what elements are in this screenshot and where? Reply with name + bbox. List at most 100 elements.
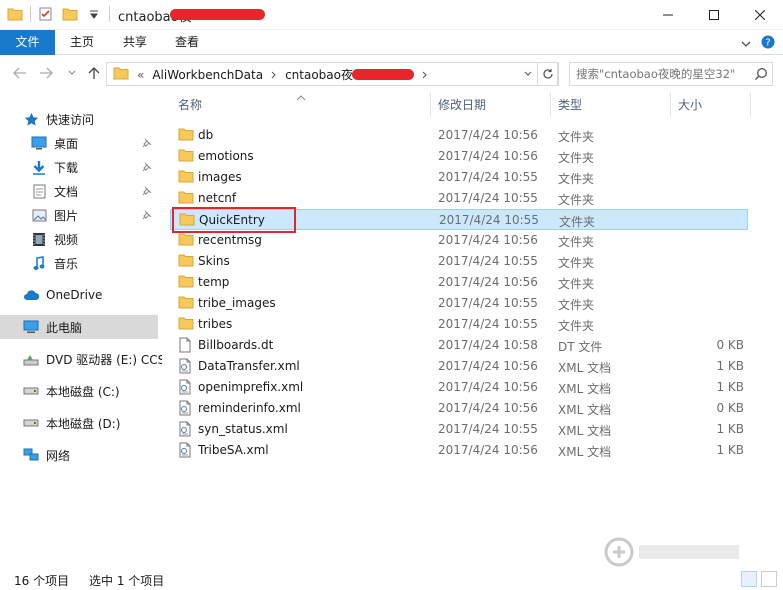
- search-box[interactable]: [569, 62, 773, 86]
- recent-locations-button[interactable]: [64, 65, 80, 81]
- file-date: 2017/4/24 10:55: [438, 317, 538, 331]
- table-row[interactable]: openimprefix.xml 2017/4/24 10:56 XML 文档 1 K…: [170, 377, 748, 398]
- table-row[interactable]: reminderinfo.xml 2017/4/24 10:56 XML 文档 0 K…: [170, 398, 748, 419]
- breadcrumb-aliworkbenchdata[interactable]: AliWorkbenchData: [152, 68, 263, 82]
- nav-label: 快速访问: [46, 112, 95, 127]
- search-input[interactable]: [576, 66, 748, 82]
- table-row[interactable]: Skins 2017/4/24 10:55 文件夹: [170, 251, 748, 272]
- tab-share[interactable]: 共享: [113, 30, 157, 55]
- nav-label: 视频: [54, 232, 79, 247]
- table-row[interactable]: emotions 2017/4/24 10:56 文件夹: [170, 146, 748, 167]
- file-name: netcnf: [198, 191, 237, 205]
- nav-label: 音乐: [54, 256, 79, 271]
- file-name: Billboards.dt: [198, 338, 274, 352]
- pin-icon[interactable]: [142, 161, 152, 175]
- nav-onedrive[interactable]: OneDrive: [22, 283, 180, 307]
- column-header-name[interactable]: 名称: [170, 93, 430, 117]
- breadcrumb-overflow[interactable]: «: [137, 68, 144, 82]
- annotation-highlight: [172, 207, 296, 233]
- up-button[interactable]: [86, 65, 102, 81]
- nav-label: 此电脑: [46, 320, 83, 335]
- title-bar: cntaobao夜: [0, 0, 783, 30]
- file-size: 1 KB: [716, 422, 744, 436]
- table-row[interactable]: syn_status.xml 2017/4/24 10:55 XML 文档 1 KB: [170, 419, 748, 440]
- file-type: 文件夹: [558, 172, 595, 186]
- table-row[interactable]: tribe_images 2017/4/24 10:55 文件夹: [170, 293, 748, 314]
- refresh-button[interactable]: [537, 62, 559, 86]
- file-date: 2017/4/24 10:56: [438, 128, 538, 142]
- file-type: 文件夹: [559, 215, 596, 229]
- table-row[interactable]: tribes 2017/4/24 10:55 文件夹: [170, 314, 748, 335]
- table-row[interactable]: DataTransfer.xml 2017/4/24 10:56 XML 文档 1 K…: [170, 356, 748, 377]
- nav-network[interactable]: 网络: [22, 443, 180, 467]
- document-icon: [30, 183, 48, 199]
- tab-view[interactable]: 查看: [165, 30, 209, 55]
- help-icon[interactable]: ?: [761, 35, 775, 52]
- picture-icon: [30, 207, 48, 223]
- tab-file[interactable]: 文件: [0, 30, 55, 55]
- folder-icon: [6, 5, 24, 23]
- address-bar[interactable]: « AliWorkbenchData cntaobao夜: [106, 62, 558, 86]
- file-date: 2017/4/24 10:55: [438, 191, 538, 205]
- cloud-icon: [22, 287, 40, 303]
- table-row[interactable]: Billboards.dt 2017/4/24 10:58 DT 文件 0 KB: [170, 335, 748, 356]
- pin-icon[interactable]: [142, 137, 152, 151]
- search-icon[interactable]: [754, 67, 768, 84]
- table-row[interactable]: images 2017/4/24 10:55 文件夹: [170, 167, 748, 188]
- pin-icon[interactable]: [142, 185, 152, 199]
- breadcrumb-cntaobao[interactable]: cntaobao夜: [285, 66, 353, 83]
- table-row[interactable]: db 2017/4/24 10:56 文件夹: [170, 125, 748, 146]
- chevron-right-icon[interactable]: [271, 68, 277, 82]
- file-type: XML 文档: [558, 445, 612, 459]
- nav-label: 本地磁盘 (C:): [46, 384, 120, 399]
- nav-this-pc[interactable]: 此电脑: [0, 315, 158, 339]
- address-history-dropdown[interactable]: [518, 62, 537, 86]
- nav-label: 网络: [46, 448, 71, 463]
- file-name: tribe_images: [198, 296, 276, 310]
- chevron-right-icon[interactable]: [422, 68, 428, 82]
- back-button[interactable]: [12, 65, 28, 81]
- table-row[interactable]: recentmsg 2017/4/24 10:56 文件夹: [170, 230, 748, 251]
- file-name: recentmsg: [198, 233, 262, 247]
- folder-icon: [178, 274, 194, 290]
- table-row[interactable]: TribeSA.xml 2017/4/24 10:56 XML 文档 1 KB: [170, 440, 748, 461]
- disk-icon: [22, 415, 40, 431]
- file-date: 2017/4/24 10:56: [438, 401, 538, 415]
- large-icons-view-button[interactable]: [761, 571, 777, 587]
- table-row[interactable]: temp 2017/4/24 10:56 文件夹: [170, 272, 748, 293]
- expand-ribbon-icon[interactable]: [741, 37, 751, 51]
- nav-label: 文档: [54, 184, 79, 199]
- xml-file-icon: [178, 400, 194, 416]
- file-type: XML 文档: [558, 403, 612, 417]
- column-header-date[interactable]: 修改日期: [430, 93, 550, 117]
- nav-label: 桌面: [54, 136, 79, 151]
- file-type: 文件夹: [558, 151, 595, 165]
- column-header-size[interactable]: 大小: [670, 93, 750, 117]
- folder-icon: [178, 295, 194, 311]
- nav-drive-d[interactable]: 本地磁盘 (D:): [22, 411, 180, 435]
- file-name: images: [198, 170, 242, 184]
- nav-label: OneDrive: [46, 288, 103, 302]
- svg-text:?: ?: [765, 38, 770, 49]
- column-divider[interactable]: [750, 93, 751, 117]
- dvd-icon: [22, 351, 40, 367]
- table-row[interactable]: netcnf 2017/4/24 10:55 文件夹: [170, 188, 748, 209]
- nav-drive-c[interactable]: 本地磁盘 (C:): [22, 379, 180, 403]
- nav-quick-access[interactable]: 快速访问: [22, 107, 180, 131]
- close-button[interactable]: [737, 0, 783, 30]
- forward-button[interactable]: [38, 65, 54, 81]
- breadcrumb: « AliWorkbenchData cntaobao夜: [113, 66, 428, 83]
- properties-icon[interactable]: [37, 5, 55, 23]
- maximize-button[interactable]: [691, 0, 737, 30]
- tab-home[interactable]: 主页: [60, 30, 104, 55]
- folder-icon: [178, 316, 194, 332]
- customize-toolbar-icon[interactable]: [85, 5, 103, 23]
- column-header-type[interactable]: 类型: [550, 93, 670, 117]
- star-icon: [22, 111, 40, 127]
- minimize-button[interactable]: [645, 0, 691, 30]
- new-folder-icon[interactable]: [61, 5, 79, 23]
- pin-icon[interactable]: [142, 209, 152, 223]
- nav-drive-dvd[interactable]: DVD 驱动器 (E:) CCS: [22, 347, 180, 371]
- file-type: 文件夹: [558, 256, 595, 270]
- file-date: 2017/4/24 10:55: [438, 254, 538, 268]
